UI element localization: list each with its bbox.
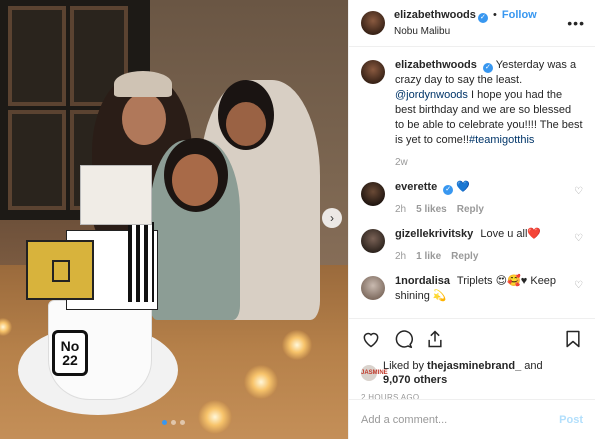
liker-avatar[interactable]: JASMINE (361, 365, 388, 381)
comment-likes[interactable]: 5 likes (416, 202, 447, 217)
avatar[interactable] (361, 229, 385, 253)
location-link[interactable]: Nobu Malibu (394, 26, 567, 37)
cake-top-tier (80, 165, 152, 225)
comment-username[interactable]: 1nordalisa (395, 275, 450, 287)
reply-button[interactable]: Reply (451, 249, 478, 264)
post-actions: JASMINE Liked by thejasminebrand_ and 9,… (349, 318, 595, 402)
post-comment-button[interactable]: Post (559, 414, 583, 426)
comment-item: everette ✓ 💙 2h 5 likes Reply ♡ (361, 180, 583, 217)
comment-input[interactable] (361, 413, 560, 426)
avatar[interactable] (361, 276, 385, 300)
comment-username[interactable]: gizellekrivitsky (395, 228, 473, 240)
comment-bubble-icon[interactable] (393, 329, 413, 349)
carousel-dot (171, 420, 176, 425)
avatar[interactable] (361, 11, 385, 35)
comment-username[interactable]: everette (395, 181, 437, 193)
chevron-right-icon: › (330, 211, 334, 225)
post-header: elizabethwoods ✓ • Follow Nobu Malibu ••• (349, 0, 595, 47)
header-username[interactable]: elizabethwoods (394, 9, 476, 21)
avatar[interactable] (361, 182, 385, 206)
comment-like-heart-icon[interactable]: ♡ (569, 274, 583, 304)
cake-number-tag: No 22 (52, 330, 88, 376)
bookmark-icon[interactable] (563, 329, 583, 349)
caption: elizabethwoods ✓ Yesterday was a crazy da… (361, 58, 583, 170)
post-sidebar: elizabethwoods ✓ • Follow Nobu Malibu •••… (348, 0, 595, 439)
verified-badge-icon: ✓ (443, 185, 454, 195)
comment-item: 1nordalisa Triplets 😍🥰♥ Keep shining 💫 ♡ (361, 274, 583, 304)
follow-button[interactable]: Follow (502, 9, 537, 21)
carousel-dot (180, 420, 185, 425)
next-photo-button[interactable]: › (322, 208, 342, 228)
comment-time[interactable]: 2h (395, 249, 406, 264)
verified-badge-icon: ✓ (477, 13, 488, 23)
cake-bag-decoration (26, 240, 94, 300)
reply-button[interactable]: Reply (457, 202, 484, 217)
avatar[interactable] (361, 60, 385, 84)
comment-likes[interactable]: 1 like (416, 249, 441, 264)
woman-center (150, 138, 240, 320)
add-comment-bar: Post (349, 399, 595, 439)
share-icon[interactable] (425, 329, 445, 349)
comment-text: 💙 (456, 181, 470, 193)
carousel-dot-active (162, 420, 167, 425)
candle (282, 330, 312, 360)
comment-like-heart-icon[interactable]: ♡ (569, 227, 583, 264)
comment-like-heart-icon[interactable]: ♡ (569, 180, 583, 217)
comments-list[interactable]: elizabethwoods ✓ Yesterday was a crazy da… (349, 58, 595, 318)
caption-hashtag-link[interactable]: #teamigotthis (469, 134, 534, 146)
liked-by-and: and (524, 360, 543, 372)
candle (198, 400, 232, 434)
post-photo[interactable]: No 22 › (0, 0, 348, 439)
separator-dot: • (492, 9, 497, 21)
caption-time[interactable]: 2w (395, 155, 408, 170)
comment-item: gizellekrivitsky Love u all❤️ 2h 1 like … (361, 227, 583, 264)
caption-username[interactable]: elizabethwoods (395, 59, 477, 71)
liked-by-prefix: Liked by (383, 360, 424, 372)
more-options-icon[interactable]: ••• (567, 15, 585, 31)
verified-badge-icon: ✓ (482, 63, 493, 73)
comment-time[interactable]: 2h (395, 202, 406, 217)
caption-mention-link[interactable]: @jordynwoods (395, 89, 468, 101)
like-heart-icon[interactable] (361, 329, 381, 349)
comment-text: Love u all❤️ (480, 228, 542, 240)
instagram-post: No 22 › elizabethwoods ✓ • Follow Nobu Ma… (0, 0, 595, 439)
candle (244, 365, 278, 399)
likes-summary: JASMINE Liked by thejasminebrand_ and 9,… (361, 359, 583, 387)
others-likes-link[interactable]: 9,070 others (383, 374, 447, 386)
cake-stripes (128, 222, 154, 302)
carousel-dots (162, 420, 185, 425)
liked-by-user-link[interactable]: thejasminebrand_ (427, 360, 521, 372)
